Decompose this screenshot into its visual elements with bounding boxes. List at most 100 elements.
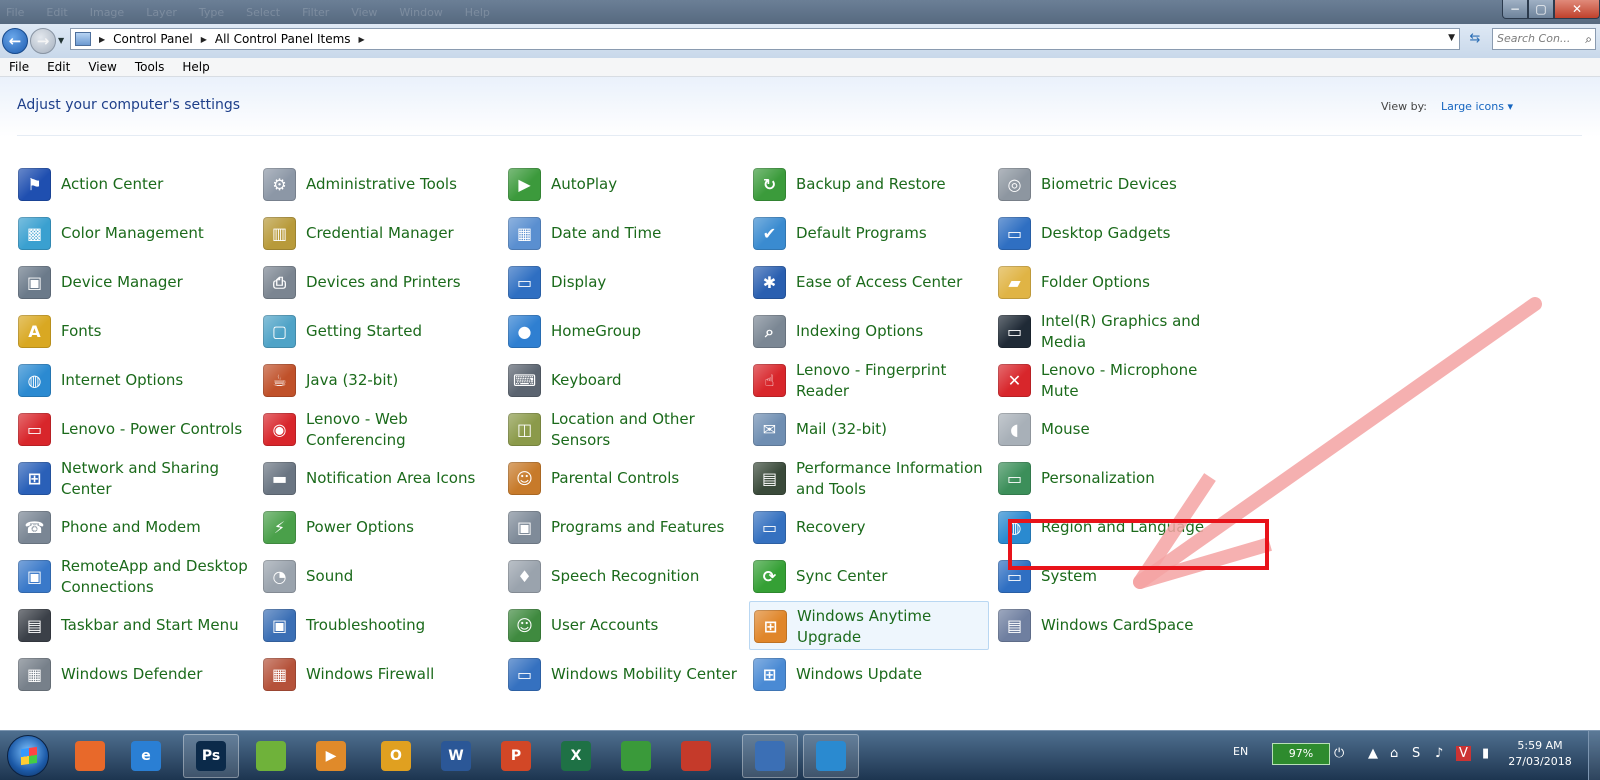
control-panel-item-label[interactable]: Location and Other Sensors [551, 405, 741, 454]
start-button[interactable] [7, 735, 49, 777]
control-panel-item-sound[interactable]: ◔ Sound [263, 552, 503, 601]
control-panel-item-label[interactable]: Devices and Printers [306, 258, 496, 307]
control-panel-item-label[interactable]: User Accounts [551, 601, 741, 650]
control-panel-item-ease-of-access-center[interactable]: ✱ Ease of Access Center [753, 258, 993, 307]
control-panel-item-windows-firewall[interactable]: ▦ Windows Firewall [263, 650, 503, 699]
control-panel-item-windows-update[interactable]: ⊞ Windows Update [753, 650, 993, 699]
control-panel-item-programs-and-features[interactable]: ▣ Programs and Features [508, 503, 748, 552]
control-panel-item-label[interactable]: Fonts [61, 307, 251, 356]
control-panel-item-speech-recognition[interactable]: ♦ Speech Recognition [508, 552, 748, 601]
control-panel-item-autoplay[interactable]: ▶ AutoPlay [508, 160, 748, 209]
control-panel-item-windows-defender[interactable]: ▦ Windows Defender [18, 650, 258, 699]
volume-icon[interactable]: ♪ [1435, 746, 1443, 761]
control-panel-item-label[interactable]: Notification Area Icons [306, 454, 496, 503]
control-panel-item-parental-controls[interactable]: ☺ Parental Controls [508, 454, 748, 503]
breadcrumb-control-panel[interactable]: Control Panel [113, 32, 193, 46]
taskbar-app-button[interactable]: O [368, 734, 424, 778]
control-panel-item-label[interactable]: Windows Update [796, 650, 986, 699]
control-panel-item-label[interactable]: Date and Time [551, 209, 741, 258]
control-panel-item-label[interactable]: Device Manager [61, 258, 251, 307]
antivirus-icon[interactable]: V [1456, 746, 1471, 761]
control-panel-item-lenovo-fingerprint-reader[interactable]: ☝ Lenovo - Fingerprint Reader [753, 356, 993, 405]
control-panel-item-troubleshooting[interactable]: ▣ Troubleshooting [263, 601, 503, 650]
control-panel-item-label[interactable]: Parental Controls [551, 454, 741, 503]
control-panel-item-label[interactable]: Performance Information and Tools [796, 454, 986, 503]
clock[interactable]: 5:59 AM 27/03/2018 [1506, 738, 1574, 770]
taskbar-app-button[interactable] [243, 734, 299, 778]
control-panel-item-label[interactable]: Programs and Features [551, 503, 741, 552]
minimize-button[interactable]: − [1502, 0, 1528, 19]
control-panel-item-indexing-options[interactable]: ⌕ Indexing Options [753, 307, 993, 356]
control-panel-item-label[interactable]: Java (32-bit) [306, 356, 496, 405]
control-panel-item-taskbar-and-start-menu[interactable]: ▤ Taskbar and Start Menu [18, 601, 258, 650]
control-panel-item-fonts[interactable]: A Fonts [18, 307, 258, 356]
control-panel-item-label[interactable]: Getting Started [306, 307, 496, 356]
taskbar-app-button[interactable]: W [428, 734, 484, 778]
control-panel-item-display[interactable]: ▭ Display [508, 258, 748, 307]
control-panel-item-performance-information-and-tools[interactable]: ▤ Performance Information and Tools [753, 454, 993, 503]
control-panel-item-label[interactable]: Windows Anytime Upgrade [797, 602, 987, 651]
language-indicator[interactable]: EN [1233, 745, 1248, 758]
control-panel-item-label[interactable]: Color Management [61, 209, 251, 258]
control-panel-item-label[interactable]: Indexing Options [796, 307, 986, 356]
control-panel-item-getting-started[interactable]: ▢ Getting Started [263, 307, 503, 356]
control-panel-item-label[interactable]: Default Programs [796, 209, 986, 258]
control-panel-item-mail-32-bit[interactable]: ✉ Mail (32-bit) [753, 405, 993, 454]
battery-indicator[interactable]: 97% [1272, 743, 1330, 765]
address-bar[interactable]: ▶ Control Panel ▶ All Control Panel Item… [70, 28, 1460, 50]
control-panel-item-label[interactable]: Desktop Gadgets [1041, 209, 1231, 258]
taskbar-app-button[interactable] [62, 734, 118, 778]
control-panel-item-label[interactable]: Mail (32-bit) [796, 405, 986, 454]
menu-tools[interactable]: Tools [126, 58, 174, 76]
control-panel-item-label[interactable]: Credential Manager [306, 209, 496, 258]
taskbar-app-button[interactable]: Ps [183, 734, 239, 778]
view-by-dropdown[interactable]: Large icons ▾ [1441, 100, 1513, 113]
control-panel-item-label[interactable]: Taskbar and Start Menu [61, 601, 251, 650]
control-panel-item-homegroup[interactable]: ● HomeGroup [508, 307, 748, 356]
show-desktop-button[interactable] [1588, 731, 1600, 780]
control-panel-item-windows-mobility-center[interactable]: ▭ Windows Mobility Center [508, 650, 748, 699]
breadcrumb-all-items[interactable]: All Control Panel Items [215, 32, 351, 46]
control-panel-item-label[interactable]: Windows Firewall [306, 650, 496, 699]
control-panel-item-label[interactable]: Sync Center [796, 552, 986, 601]
control-panel-item-label[interactable]: Troubleshooting [306, 601, 496, 650]
control-panel-item-label[interactable]: Recovery [796, 503, 986, 552]
forward-button[interactable]: → [30, 28, 56, 54]
control-panel-item-date-and-time[interactable]: ▦ Date and Time [508, 209, 748, 258]
control-panel-item-recovery[interactable]: ▭ Recovery [753, 503, 993, 552]
control-panel-item-notification-area-icons[interactable]: ▬ Notification Area Icons [263, 454, 503, 503]
control-panel-item-location-and-other-sensors[interactable]: ◫ Location and Other Sensors [508, 405, 748, 454]
control-panel-item-biometric-devices[interactable]: ◎ Biometric Devices [998, 160, 1238, 209]
control-panel-item-lenovo-power-controls[interactable]: ▭ Lenovo - Power Controls [18, 405, 258, 454]
taskbar-app-button[interactable] [668, 734, 724, 778]
control-panel-item-user-accounts[interactable]: ☺ User Accounts [508, 601, 748, 650]
control-panel-item-label[interactable]: Phone and Modem [61, 503, 251, 552]
control-panel-item-desktop-gadgets[interactable]: ▭ Desktop Gadgets [998, 209, 1238, 258]
usb-icon[interactable]: ⌂ [1390, 746, 1398, 761]
control-panel-item-label[interactable]: Keyboard [551, 356, 741, 405]
control-panel-item-keyboard[interactable]: ⌨ Keyboard [508, 356, 748, 405]
signal-icon[interactable]: ▮ [1482, 746, 1489, 761]
address-dropdown-icon[interactable]: ▼ [1448, 33, 1455, 43]
control-panel-item-administrative-tools[interactable]: ⚙ Administrative Tools [263, 160, 503, 209]
refresh-button[interactable]: ⇆ [1465, 31, 1485, 49]
taskbar-app-button[interactable] [608, 734, 664, 778]
control-panel-item-label[interactable]: Biometric Devices [1041, 160, 1231, 209]
control-panel-item-label[interactable]: Lenovo - Power Controls [61, 405, 251, 454]
control-panel-item-label[interactable]: Lenovo - Web Conferencing [306, 405, 496, 454]
control-panel-item-device-manager[interactable]: ▣ Device Manager [18, 258, 258, 307]
control-panel-item-label[interactable]: Backup and Restore [796, 160, 986, 209]
control-panel-item-label[interactable]: Windows Mobility Center [551, 650, 741, 699]
control-panel-item-label[interactable]: Network and Sharing Center [61, 454, 251, 503]
recent-pages-dropdown[interactable]: ▼ [58, 36, 64, 45]
control-panel-item-phone-and-modem[interactable]: ☎ Phone and Modem [18, 503, 258, 552]
control-panel-item-label[interactable]: Lenovo - Fingerprint Reader [796, 356, 986, 405]
search-input[interactable]: Search Con... ⌕ [1492, 28, 1596, 50]
taskbar-app-button[interactable]: P [488, 734, 544, 778]
control-panel-item-label[interactable]: Sound [306, 552, 496, 601]
taskbar-app-button[interactable] [742, 734, 798, 778]
menu-view[interactable]: View [79, 58, 125, 76]
control-panel-item-label[interactable]: Speech Recognition [551, 552, 741, 601]
control-panel-item-remoteapp-and-desktop-connections[interactable]: ▣ RemoteApp and Desktop Connections [18, 552, 258, 601]
control-panel-item-power-options[interactable]: ⚡ Power Options [263, 503, 503, 552]
